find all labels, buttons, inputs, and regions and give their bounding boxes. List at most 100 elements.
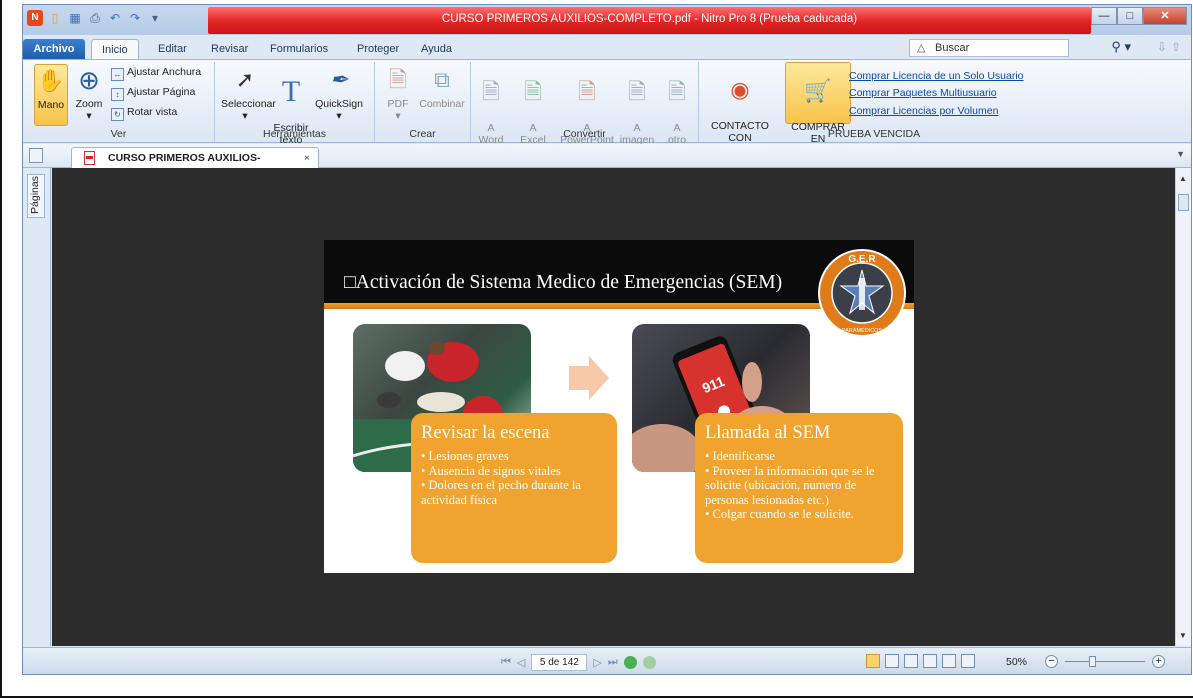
last-page-icon[interactable]: ⏭ bbox=[608, 656, 618, 669]
select-tool-label: Seleccionar bbox=[221, 98, 276, 110]
search-placeholder: Buscar bbox=[935, 42, 970, 54]
type-text-icon: T bbox=[281, 75, 301, 108]
quick-access-toolbar: N ▯ ▦ ⎙ ↶ ↷ ▾ bbox=[27, 10, 163, 26]
list-item: Ausencia de signos vitales bbox=[421, 464, 611, 479]
zoom-slider[interactable]: − + bbox=[1045, 655, 1165, 669]
page-number-field[interactable]: 5 de 142 bbox=[531, 654, 588, 671]
hand-tool-button[interactable]: ✋ Mano bbox=[34, 64, 68, 126]
print-icon[interactable]: ⎙ bbox=[87, 10, 103, 26]
view-mode-buttons bbox=[866, 654, 975, 668]
search-nav-arrows-icon[interactable]: ⇩⇧ bbox=[1157, 40, 1185, 54]
zoom-out-icon[interactable]: − bbox=[1045, 655, 1058, 668]
search-icon[interactable]: ⚲ ▾ bbox=[1111, 39, 1131, 55]
slide-title: □Activación de Sistema Medico de Emergen… bbox=[344, 272, 783, 293]
group-label-herramientas: Herramientas bbox=[262, 128, 327, 140]
zoom-slider-handle[interactable] bbox=[1089, 656, 1096, 667]
tab-proteger[interactable]: Proteger bbox=[357, 39, 399, 59]
zoom-level: 50% bbox=[1006, 656, 1028, 668]
tab-formularios[interactable]: Formularios bbox=[270, 39, 328, 59]
document-tab[interactable]: CURSO PRIMEROS AUXILIOS-COMPLETO × bbox=[71, 147, 319, 184]
combine-button[interactable]: ⧉ Combinar bbox=[419, 64, 465, 110]
link-single-license[interactable]: Comprar Licencia de un Solo Usuario bbox=[849, 70, 1024, 82]
document-viewer[interactable]: □Activación de Sistema Medico de Emergen… bbox=[52, 168, 1177, 646]
fit-width-icon: ↔ bbox=[111, 68, 124, 81]
hand-tool-label: Mano bbox=[37, 99, 65, 111]
fit-page-button[interactable]: ↕ Ajustar Página bbox=[111, 86, 195, 101]
arrow-right-icon bbox=[569, 356, 609, 400]
quicksign-button[interactable]: ✒ QuickSign ▾ bbox=[313, 64, 365, 122]
signature-icon: ✒ bbox=[329, 67, 349, 92]
maximize-icon[interactable]: □ bbox=[1117, 7, 1143, 25]
tab-revisar[interactable]: Revisar bbox=[211, 39, 248, 59]
status-bar: ⏮ ◁ 5 de 142 ▷ ⏭ 50% − + bbox=[23, 647, 1191, 674]
first-page-icon[interactable]: ⏮ bbox=[501, 656, 511, 669]
fit-page-icon: ↕ bbox=[111, 88, 124, 101]
collapse-caret-icon: △ bbox=[917, 42, 926, 54]
excel-icon: 🗎 bbox=[524, 79, 542, 104]
call-sem-box: Llamada al SEM Identificarse Proveer la … bbox=[695, 413, 903, 563]
close-tab-icon[interactable]: × bbox=[304, 148, 310, 168]
list-item: Dolores en el pecho durante la actividad… bbox=[421, 478, 611, 507]
pdf-page-slide: □Activación de Sistema Medico de Emergen… bbox=[324, 240, 914, 573]
scrollbar-thumb[interactable] bbox=[1178, 194, 1189, 211]
tab-inicio[interactable]: Inicio bbox=[91, 39, 139, 59]
vertical-scrollbar[interactable]: ▲ ▼ bbox=[1175, 168, 1191, 646]
previous-page-icon[interactable]: ◁ bbox=[517, 656, 525, 669]
undo-icon[interactable]: ↶ bbox=[107, 10, 123, 26]
link-multiuser-packs[interactable]: Comprar Paquetes Multiusuario bbox=[849, 87, 997, 99]
split-view-icon[interactable] bbox=[942, 654, 956, 668]
group-label-prueba: PRUEBA VENCIDA bbox=[827, 128, 921, 140]
call-sem-list: Identificarse Proveer la información que… bbox=[695, 444, 903, 522]
cart-icon: 🛒 bbox=[804, 78, 832, 103]
next-page-icon[interactable]: ▷ bbox=[593, 656, 601, 669]
svg-text:G.E.R: G.E.R bbox=[848, 254, 876, 265]
redo-icon[interactable]: ↷ bbox=[127, 10, 143, 26]
rotate-view-button[interactable]: ↻ Rotar vista bbox=[111, 106, 177, 121]
list-item: Proveer la información que se le solicit… bbox=[705, 464, 897, 508]
minimize-icon[interactable]: — bbox=[1091, 7, 1117, 25]
tab-editar[interactable]: Editar bbox=[158, 39, 187, 59]
list-item: Colgar cuando se le solicite. bbox=[705, 507, 897, 522]
pdf-file-icon bbox=[84, 151, 95, 165]
single-page-view-icon[interactable] bbox=[866, 654, 880, 668]
zoom-slider-track[interactable] bbox=[1065, 661, 1145, 662]
facing-continuous-view-icon[interactable] bbox=[923, 654, 937, 668]
scroll-up-icon[interactable]: ▲ bbox=[1179, 174, 1187, 183]
tab-ayuda[interactable]: Ayuda bbox=[421, 39, 452, 59]
continuous-view-icon[interactable] bbox=[885, 654, 899, 668]
panel-toggle-icon[interactable] bbox=[29, 148, 43, 163]
side-panel: Páginas bbox=[23, 168, 51, 646]
svg-text:PARAMÉDICOS: PARAMÉDICOS bbox=[842, 327, 883, 334]
tab-list-icon[interactable]: ▼ bbox=[1176, 149, 1185, 159]
rotate-icon: ↻ bbox=[111, 108, 124, 121]
fit-width-button[interactable]: ↔ Ajustar Anchura bbox=[111, 66, 201, 81]
hand-icon: ✋ bbox=[37, 68, 65, 93]
group-label-ver: Ver bbox=[110, 128, 127, 140]
close-icon[interactable]: ✕ bbox=[1143, 7, 1187, 25]
customize-icon[interactable]: ▾ bbox=[147, 10, 163, 26]
facing-view-icon[interactable] bbox=[904, 654, 918, 668]
buy-online-button[interactable]: 🛒 COMPRAR EN LÍNEA AHORA bbox=[785, 62, 851, 169]
scroll-down-icon[interactable]: ▼ bbox=[1179, 631, 1187, 640]
zoom-label: Zoom bbox=[75, 98, 103, 110]
select-tool-button[interactable]: ➚ Seleccionar ▾ bbox=[221, 64, 276, 122]
check-scene-list: Lesiones graves Ausencia de signos vital… bbox=[411, 444, 617, 507]
save-icon[interactable]: ▦ bbox=[67, 10, 83, 26]
link-volume-licenses[interactable]: Comprar Licencias por Volumen bbox=[849, 105, 998, 117]
go-back-icon[interactable] bbox=[623, 656, 637, 669]
group-crear: 🗎 PDF ▾ ⧉ Combinar Crear bbox=[375, 62, 471, 142]
pages-panel-tab[interactable]: Páginas bbox=[27, 174, 45, 218]
contact-support-button[interactable]: ◉ CONTACTO CON ASISTENCIA bbox=[701, 62, 779, 156]
full-screen-view-icon[interactable] bbox=[961, 654, 975, 668]
go-forward-icon[interactable] bbox=[642, 656, 656, 669]
zoom-in-icon[interactable]: + bbox=[1152, 655, 1165, 668]
document-tab-bar: CURSO PRIMEROS AUXILIOS-COMPLETO × ▼ bbox=[23, 144, 1191, 184]
create-pdf-button[interactable]: 🗎 PDF ▾ bbox=[381, 64, 415, 122]
tab-archivo[interactable]: Archivo bbox=[23, 39, 85, 59]
group-label-crear: Crear bbox=[409, 128, 436, 140]
open-icon[interactable]: ▯ bbox=[47, 10, 63, 26]
search-input[interactable]: △ Buscar bbox=[909, 39, 1069, 57]
fit-page-label: Ajustar Página bbox=[127, 86, 196, 98]
nitro-logo-icon[interactable]: N bbox=[27, 10, 43, 26]
zoom-button[interactable]: ⊕ Zoom ▾ bbox=[72, 64, 106, 122]
